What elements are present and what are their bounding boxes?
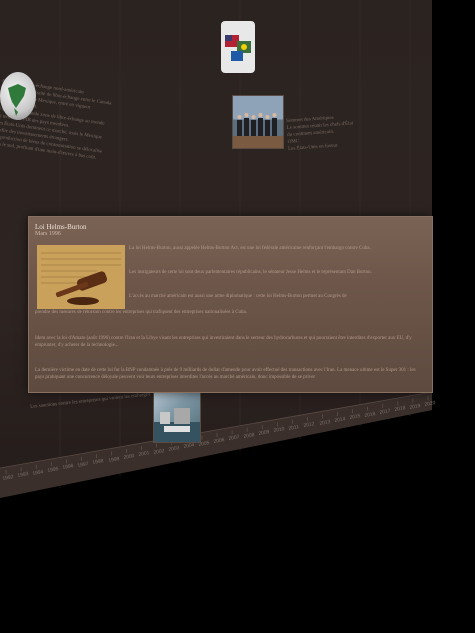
north-america-globe-icon[interactable] — [0, 72, 36, 120]
popup-paragraph: Les instigateurs de cette loi sont deux … — [129, 270, 372, 275]
popup-paragraph: Idem avec la loi d'Amato (août 1996) con… — [35, 336, 412, 348]
timeline-tick-label[interactable]: 2013 — [319, 419, 331, 427]
popup-paragraph: La loi Helms-Burton, aussi appelée Helms… — [129, 246, 371, 251]
background-article-right: Sommet des Amériques Le sommet réunit le… — [286, 113, 355, 153]
timeline-scene: 1992 1993 1994 1995 1996 1997 1998 1999 2000 2001… — [0, 0, 475, 633]
flags-icon[interactable] — [221, 21, 255, 73]
gavel-icon — [37, 245, 125, 309]
timeline-tick-label[interactable]: 2002 — [153, 448, 165, 456]
timeline-tick-label[interactable]: 2016 — [364, 411, 376, 419]
popup-title: Loi Helms-Burton — [35, 223, 87, 231]
event-detail-popup[interactable]: Loi Helms-Burton Mars 1996 La loi Helms-… — [28, 216, 433, 393]
popup-paragraph: prendre des mesures de rétorsion contre … — [35, 310, 248, 315]
group-photo-thumbnail[interactable] — [232, 95, 284, 149]
timeline-tick-label[interactable]: 1999 — [108, 456, 120, 464]
port-photo-thumbnail[interactable] — [153, 391, 201, 443]
popup-paragraph: La dernière victime en date de cette loi… — [35, 368, 416, 380]
popup-paragraph: L'accès au marché américain est aussi un… — [129, 294, 347, 299]
popup-date: Mars 1996 — [35, 231, 61, 237]
